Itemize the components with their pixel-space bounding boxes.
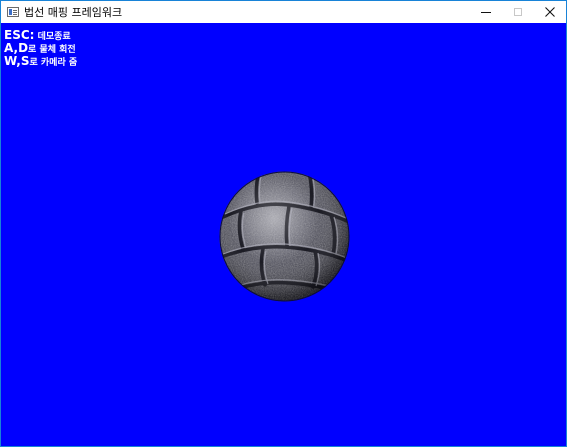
app-window-icon[interactable] [7,7,19,17]
help-line-esc: ESC: 데모종료 [4,27,77,43]
minimize-icon [481,11,491,13]
window-title: 법선 매핑 프레임워크 [24,6,123,19]
minimize-button[interactable] [470,1,502,23]
app-window: 법선 매핑 프레임워크 ESC: 데모종료 A,D로 물체 회전 W,S로 카메… [0,0,567,447]
help-line-zoom: W,S로 카메라 줌 [4,53,78,69]
title-bar[interactable]: 법선 매핑 프레임워크 [1,1,566,23]
close-icon [545,7,555,17]
help-line-rotate: A,D로 물체 회전 [4,40,77,56]
close-button[interactable] [534,1,566,23]
render-viewport[interactable]: ESC: 데모종료 A,D로 물체 회전 W,S로 카메라 줌 [1,23,566,446]
window-controls [470,1,566,23]
maximize-button[interactable] [502,1,534,23]
stone-sphere [219,171,350,302]
stone-sphere-graphic [219,171,350,302]
help-key: W,S [4,54,30,68]
help-overlay: ESC: 데모종료 A,D로 물체 회전 W,S로 카메라 줌 [4,27,78,69]
maximize-icon [514,8,522,16]
help-desc: 로 카메라 줌 [29,58,78,68]
